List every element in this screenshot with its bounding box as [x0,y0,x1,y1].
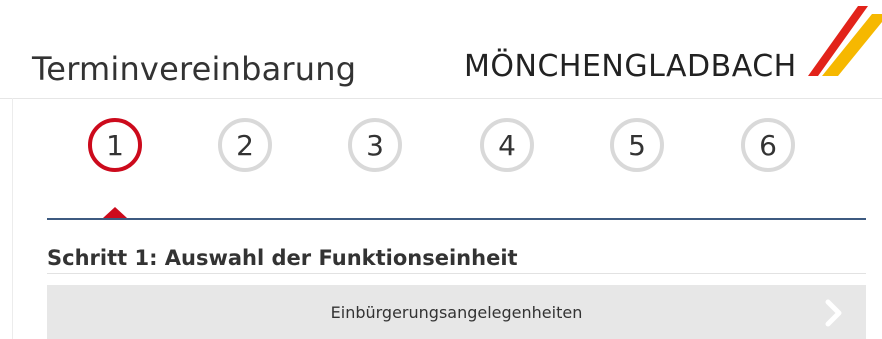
step-number: 6 [759,128,777,162]
step-number: 3 [366,128,384,162]
panel-border-top [0,98,882,99]
step-number: 1 [106,128,124,162]
heading-divider [47,273,866,274]
active-step-marker-icon [103,207,127,218]
step-number: 4 [498,128,516,162]
page-title: Terminvereinbarung [32,50,357,88]
city-logo-icon [808,6,882,76]
option-einbuergerung-button[interactable]: Einbürgerungsangelegenheiten [47,285,866,339]
step-3-circle[interactable]: 3 [348,118,402,172]
option-label: Einbürgerungsangelegenheiten [330,302,583,322]
appointment-page: Terminvereinbarung MÖNCHENGLADBACH 1 2 3… [0,0,882,339]
step-number: 2 [236,128,254,162]
step-divider [47,218,866,220]
city-brand-name: MÖNCHENGLADBACH [464,49,797,84]
step-2-circle[interactable]: 2 [218,118,272,172]
step-4-circle[interactable]: 4 [480,118,534,172]
step-5-circle[interactable]: 5 [610,118,664,172]
chevron-right-icon [825,299,842,327]
step-progress: 1 2 3 4 5 6 [0,118,882,172]
step-1-circle[interactable]: 1 [88,118,142,172]
section-heading: Schritt 1: Auswahl der Funktionseinheit [47,246,518,270]
step-number: 5 [628,128,646,162]
step-6-circle[interactable]: 6 [741,118,795,172]
